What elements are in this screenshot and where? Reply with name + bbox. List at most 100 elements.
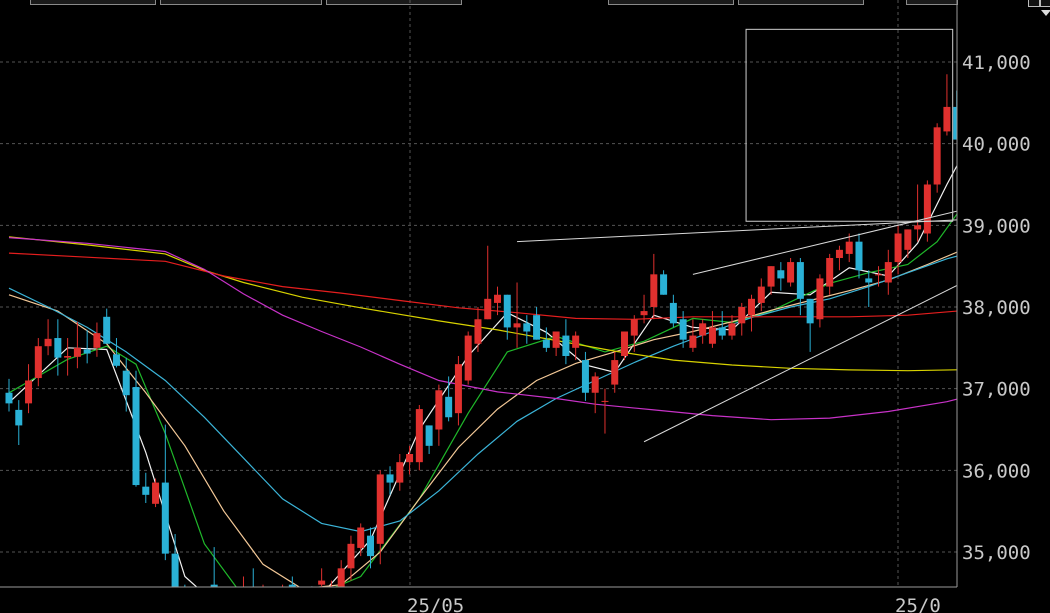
moving-average-ma10 [8, 212, 957, 587]
candle-down [855, 241, 863, 271]
candle-up [689, 335, 697, 348]
y-tick-label: 38,000 [962, 297, 1031, 319]
y-tick-label: 37,000 [962, 379, 1031, 401]
candle-up [93, 333, 101, 348]
candle-up [748, 298, 756, 316]
x-tick-label: 25/05 [407, 595, 464, 613]
candle-up [152, 482, 160, 504]
candle-up [474, 319, 482, 344]
candle-up [260, 601, 267, 602]
moving-average-ma25 [8, 251, 957, 587]
candle-up [435, 390, 443, 430]
candle-up [230, 599, 237, 609]
candle-up [454, 364, 462, 414]
candle-down [581, 360, 589, 393]
candle-up [835, 249, 843, 258]
candle-down [669, 302, 677, 324]
candle-down [181, 609, 188, 613]
candle-down [445, 396, 453, 418]
y-tick-label: 41,000 [962, 52, 1031, 74]
candle-down [533, 315, 541, 340]
candle-up [44, 338, 52, 347]
candle-up [621, 331, 629, 356]
candle-down [386, 474, 394, 483]
candle-up [875, 274, 883, 276]
candle-up [728, 323, 736, 336]
candle-up [699, 323, 707, 336]
candle-down [366, 535, 374, 557]
candle-up [484, 298, 492, 320]
candle-up [64, 356, 72, 358]
candle-up [73, 347, 81, 357]
candle-down [250, 589, 257, 609]
moving-average-ma5 [8, 164, 957, 587]
candle-down [103, 316, 111, 344]
candle-down [542, 339, 550, 348]
moving-average-ma100 [8, 252, 957, 320]
candle-up [630, 319, 638, 336]
candle-up [640, 311, 648, 316]
candle-down [679, 319, 687, 340]
candle-down [5, 392, 13, 404]
candle-down [122, 370, 130, 396]
candle-down [299, 609, 306, 613]
candle-up [767, 266, 775, 287]
candle-down [718, 327, 726, 336]
candle-down [777, 270, 785, 279]
candle-up [406, 454, 414, 463]
candlestick-chart[interactable]: 35,000 36,000 37,000 38,000 39,000 40,000 41,0… [0, 0, 1050, 613]
candle-up [914, 225, 922, 230]
candle-up [494, 294, 501, 303]
candle-up [191, 609, 198, 613]
candle-down [142, 486, 150, 495]
candle-up [650, 274, 658, 307]
candle-up [591, 376, 599, 393]
candle-down [425, 425, 433, 446]
candle-down [288, 584, 296, 587]
candle-up [933, 127, 941, 185]
y-tick-label: 40,000 [962, 134, 1031, 156]
candle-down [796, 262, 804, 299]
candle-down [973, 156, 980, 160]
candle-down [523, 323, 531, 332]
candle-down [660, 274, 668, 295]
candle-up [611, 360, 619, 385]
candle-up [376, 474, 384, 544]
candle-up [572, 335, 580, 348]
candle-up [552, 331, 560, 348]
candle-up [240, 589, 247, 600]
candle-down [83, 349, 91, 354]
candle-up [943, 106, 951, 132]
candle-down [806, 298, 814, 324]
candle-up [904, 229, 912, 250]
candle-down [308, 589, 315, 597]
y-tick-label: 39,000 [962, 215, 1031, 237]
candle-down [15, 409, 23, 426]
candle-down [54, 338, 62, 358]
candle-up [318, 580, 326, 585]
candle-up [923, 184, 931, 234]
candle-up [992, 164, 999, 168]
candle-up [279, 589, 286, 597]
candle-up [25, 380, 33, 404]
candle-up [347, 543, 355, 569]
candle-up [464, 335, 472, 381]
candle-up [513, 323, 521, 328]
candle-up [34, 346, 42, 379]
candle-up [738, 307, 746, 324]
plot-area [5, 28, 999, 613]
candle-down [865, 278, 873, 283]
candle-up [826, 258, 834, 287]
x-tick-label: 25/0 [895, 595, 941, 613]
highlight-box [745, 28, 954, 222]
candle-up [269, 597, 276, 609]
moving-average-ma200 [8, 237, 957, 421]
candle-up [415, 409, 423, 463]
candle-down [132, 387, 140, 486]
candle-up [601, 400, 609, 402]
candle-down [562, 335, 570, 356]
candle-up [894, 233, 902, 263]
candle-up [201, 597, 208, 603]
y-tick-label: 35,000 [962, 542, 1031, 564]
candle-down [983, 160, 990, 168]
